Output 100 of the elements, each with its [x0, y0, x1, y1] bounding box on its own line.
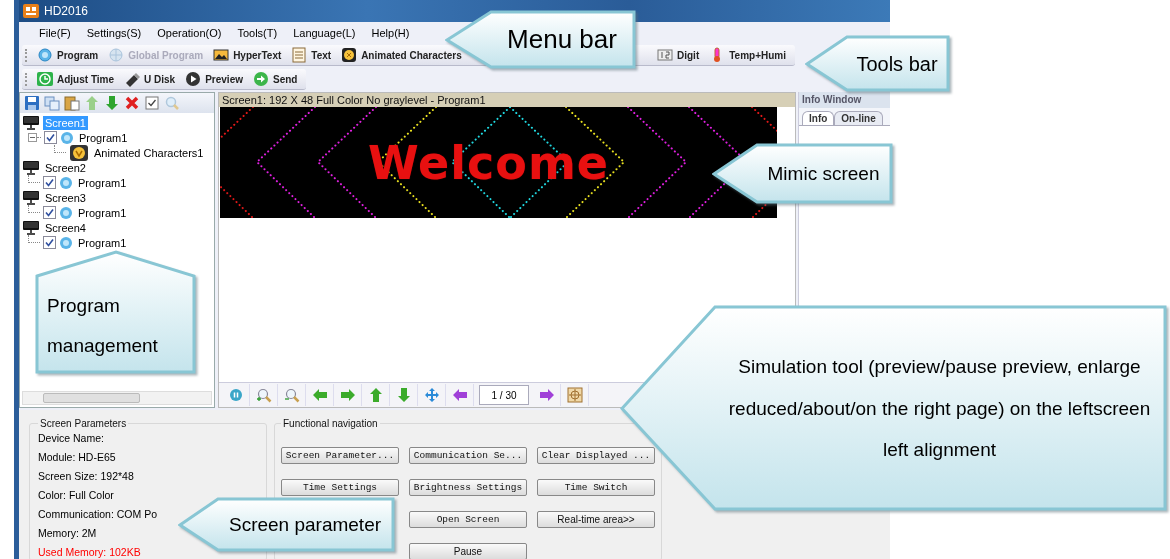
window-title: HD2016	[44, 4, 89, 18]
tree-connector	[28, 204, 40, 213]
arrow-down-icon[interactable]	[104, 95, 120, 111]
tree-item[interactable]: Screen4	[43, 220, 88, 235]
panel-title: Info Window	[799, 92, 890, 108]
tree-connector	[28, 174, 40, 183]
checkmark-icon	[45, 178, 54, 187]
tree-item[interactable]: Program1	[76, 205, 129, 220]
delete-icon[interactable]	[124, 95, 140, 111]
callout: Program management	[35, 250, 197, 375]
tree-item[interactable]: Program1	[77, 130, 130, 145]
led-text: Welcome	[367, 135, 610, 190]
toolbar-button[interactable]: Preview	[180, 69, 248, 89]
function-button[interactable]: Communication Se...	[409, 447, 527, 464]
app-logo-icon	[23, 4, 39, 18]
toolbar-button[interactable]: Program	[32, 45, 104, 65]
tree-item[interactable]: Program1	[76, 235, 129, 250]
parameter-text: Communication: COM Po	[38, 508, 158, 521]
zoom-out-icon[interactable]	[284, 387, 300, 403]
monitor-icon	[22, 220, 40, 235]
play-icon	[185, 71, 202, 87]
toolbar-button[interactable]: HyperText	[208, 45, 287, 65]
save-icon[interactable]	[24, 95, 40, 111]
function-button[interactable]: Brightness Settings	[409, 479, 527, 496]
monitor-icon	[22, 190, 40, 205]
function-button[interactable]: Time Switch	[537, 479, 655, 496]
globe-icon	[59, 175, 73, 190]
monitor-icon	[22, 115, 40, 130]
scrollbar[interactable]	[22, 391, 212, 405]
page-field[interactable]: 1 / 30	[479, 385, 529, 405]
function-button[interactable]: Real-time area>>	[537, 511, 655, 528]
tree-connector	[54, 144, 66, 153]
group-title: Functional navigation	[282, 418, 379, 429]
checkbox[interactable]	[44, 131, 57, 144]
usb-drive-icon	[124, 71, 141, 87]
function-button[interactable]: Clear Displayed ...	[537, 447, 655, 464]
parameter-text: Module: HD-E65	[38, 451, 116, 464]
notepad-icon	[291, 47, 308, 63]
arrow-down-icon[interactable]	[396, 387, 412, 403]
function-button[interactable]: Pause	[409, 543, 527, 559]
menu-item[interactable]: Language(L)	[285, 27, 364, 39]
pause-icon[interactable]	[228, 387, 244, 403]
arrow-up-icon[interactable]	[368, 387, 384, 403]
tab[interactable]: Info	[802, 111, 835, 125]
sparkle-icon	[69, 144, 89, 161]
toolbar-button[interactable]: Adjust Time	[32, 69, 120, 89]
callout: Screen parameter	[178, 497, 396, 553]
menu-item[interactable]: Settings(S)	[78, 27, 150, 39]
menu-item[interactable]: Tools(T)	[229, 27, 286, 39]
paste-icon[interactable]	[64, 95, 80, 111]
arrow-up-icon[interactable]	[84, 95, 100, 111]
checkmark-icon	[45, 238, 54, 247]
arrow-right-icon	[253, 71, 269, 87]
checkmark-icon	[46, 133, 55, 142]
globe-icon	[37, 47, 53, 63]
checkbox[interactable]	[43, 206, 56, 219]
move-icon[interactable]	[424, 387, 440, 403]
zoom-in-icon[interactable]	[256, 387, 272, 403]
tree-connector	[28, 234, 40, 243]
fit-screen-icon[interactable]	[567, 387, 583, 403]
function-button[interactable]: Screen Parameter...	[281, 447, 399, 464]
monitor-icon	[22, 160, 40, 175]
preview-caption: Screen1: 192 X 48 Full Color No graylevel - Program1	[219, 93, 795, 107]
digit-icon	[657, 47, 673, 63]
tree-item[interactable]: Screen2	[43, 160, 88, 175]
sparkle-icon	[341, 47, 358, 63]
checkbox[interactable]	[43, 176, 56, 189]
parameter-text: Device Name:	[38, 432, 104, 445]
menu-item[interactable]: Operation(O)	[149, 27, 230, 39]
toolbar-button[interactable]: U Disk	[119, 69, 181, 89]
tree-item[interactable]: Screen3	[43, 190, 88, 205]
arrow-right-icon[interactable]	[340, 387, 356, 403]
function-button[interactable]: Time Settings	[281, 479, 399, 496]
tree-item[interactable]: Program1	[76, 175, 129, 190]
arrow-left-icon[interactable]	[452, 387, 468, 403]
globe-icon	[108, 47, 125, 63]
arrow-right-icon[interactable]	[539, 387, 555, 403]
group-title: Screen Parameters	[39, 418, 128, 429]
tab[interactable]: On-line	[834, 111, 883, 125]
toolbar-button[interactable]: Send	[248, 69, 303, 89]
picture-icon	[213, 47, 230, 63]
parameter-text: Memory: 2M	[38, 527, 97, 540]
toolbar-button[interactable]: Text	[286, 45, 337, 65]
tree-item[interactable]: Animated Characters1	[92, 145, 206, 160]
toolbar-button[interactable]: Digit	[652, 45, 705, 65]
menu-item[interactable]: File(F)	[31, 27, 79, 39]
function-button[interactable]: Open Screen	[409, 511, 527, 528]
globe-icon	[60, 130, 74, 145]
toolbar-button[interactable]: Temp+Humi	[704, 45, 791, 65]
checkmark-icon	[45, 208, 54, 217]
checkbox-icon[interactable]	[144, 95, 160, 111]
clock-icon	[37, 71, 53, 87]
parameter-text: Color: Full Color	[38, 489, 114, 502]
arrow-left-icon[interactable]	[312, 387, 328, 403]
parameter-text: Used Memory: 102KB	[38, 546, 141, 559]
copy-icon[interactable]	[44, 95, 60, 111]
parameter-text: Screen Size: 192*48	[38, 470, 134, 483]
collapse-toggle[interactable]	[28, 133, 37, 142]
checkbox[interactable]	[43, 236, 56, 249]
menu-item[interactable]: Help(H)	[363, 27, 418, 39]
